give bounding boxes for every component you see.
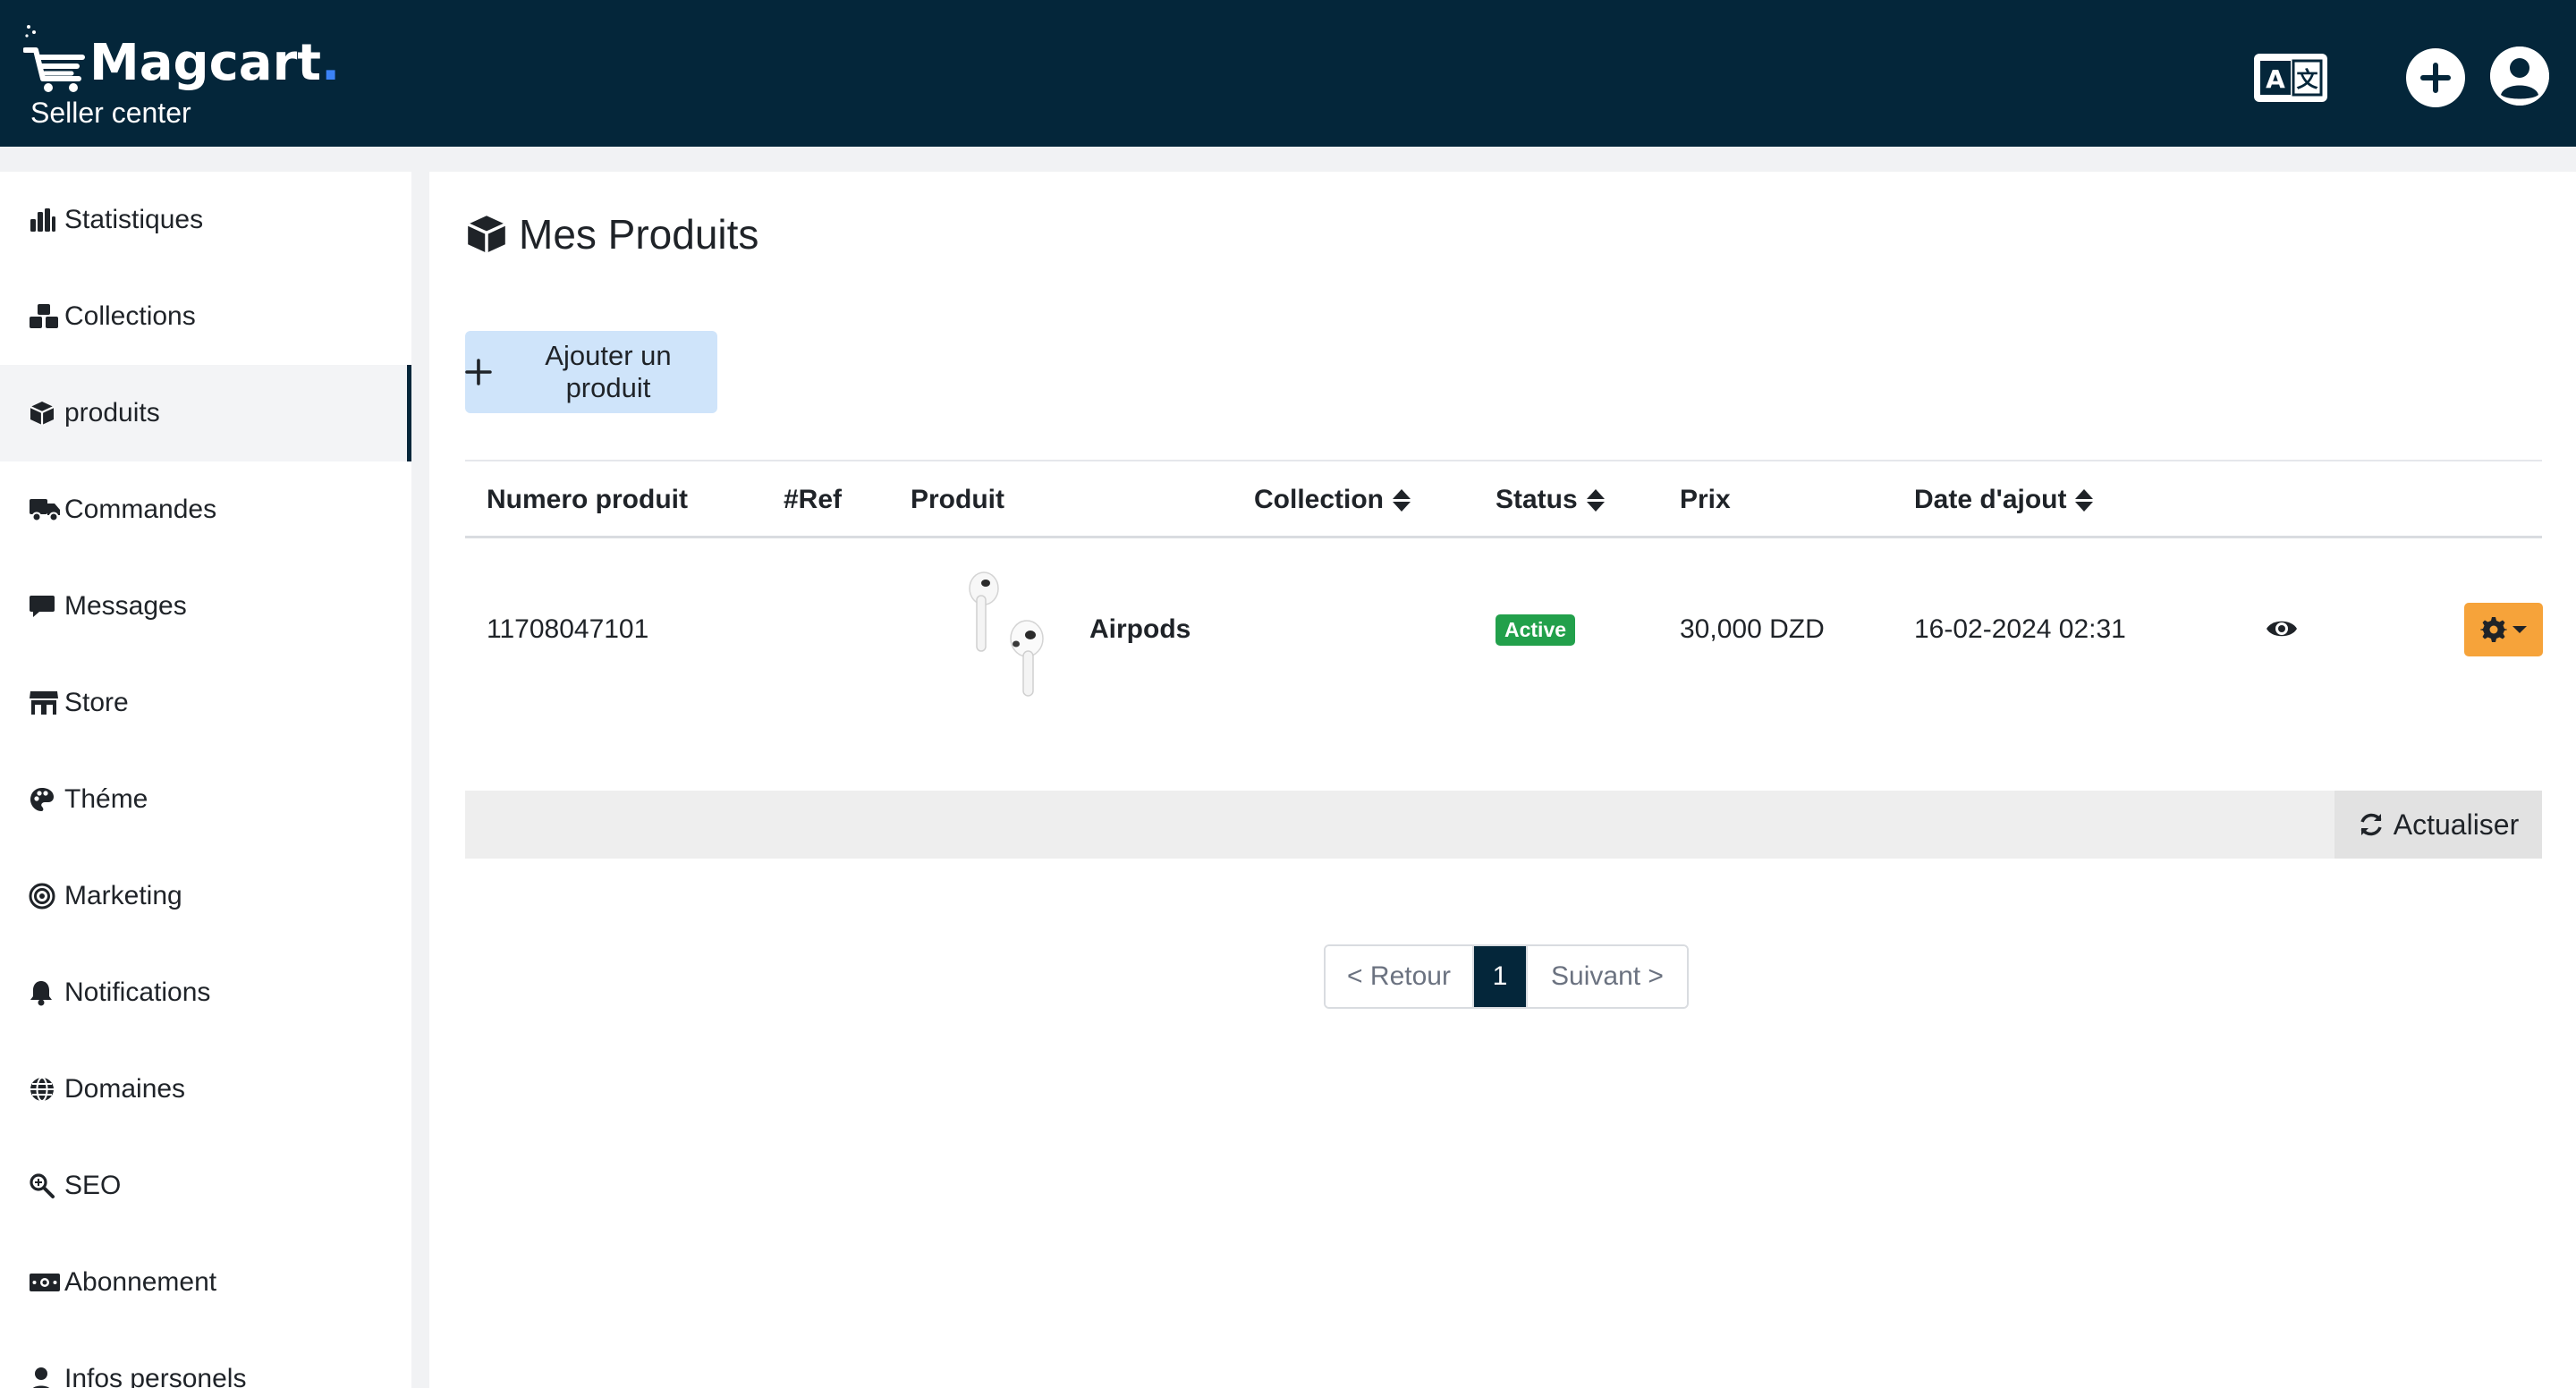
col-status[interactable]: Status <box>1496 461 1605 538</box>
col-ref: #Ref <box>784 485 843 514</box>
add-product-button[interactable]: Ajouter un produit <box>465 331 717 413</box>
table-header: Numero produit #Ref Produit Collection S… <box>465 461 2542 538</box>
palette-icon <box>29 785 61 814</box>
sidebar-item-label: produits <box>64 398 160 427</box>
sidebar-item-label: Abonnement <box>64 1267 217 1297</box>
store-icon <box>29 689 61 717</box>
translate-icon: A 文 <box>2260 59 2323 97</box>
table-footer-bar: Actualiser <box>465 791 2542 859</box>
sidebar-item-label: Store <box>64 688 129 717</box>
bell-icon <box>29 978 61 1007</box>
table-row: 11708047101 Airpods Active 30,000 DZD 16… <box>465 540 2543 719</box>
cell-produit-name[interactable]: Airpods <box>1089 540 1191 719</box>
sidebar-item-label: Messages <box>64 591 187 621</box>
main-content: Mes Produits Ajouter un produit Numero p… <box>429 172 2576 1388</box>
truck-icon <box>29 495 61 524</box>
gear-icon <box>2480 617 2507 642</box>
target-icon <box>29 882 61 910</box>
product-actions-dropdown-button[interactable] <box>2464 603 2543 656</box>
box-icon <box>29 399 61 427</box>
sidebar: Statistiques Collections produits Comman… <box>0 172 411 1388</box>
user-avatar-button[interactable] <box>2490 47 2549 106</box>
translate-button[interactable]: A 文 <box>2254 54 2327 102</box>
sidebar-item-statistiques[interactable]: Statistiques <box>0 172 411 268</box>
product-thumbnail-airpods <box>969 571 1044 697</box>
pagination-page-1[interactable]: 1 <box>1474 946 1526 1007</box>
refresh-icon <box>2360 813 2382 836</box>
sidebar-item-produits[interactable]: produits <box>0 365 411 461</box>
sidebar-item-label: Théme <box>64 784 148 814</box>
add-new-button[interactable] <box>2406 48 2465 107</box>
sidebar-item-infos-personels[interactable]: Infos personels <box>0 1331 411 1388</box>
boxes-icon <box>29 302 61 331</box>
sidebar-item-label: Notifications <box>64 978 211 1007</box>
pagination-prev-button[interactable]: < Retour <box>1326 946 1474 1007</box>
cell-date-ajout: 16-02-2024 02:31 <box>1914 614 2126 644</box>
cell-prix: 30,000 DZD <box>1680 614 1825 644</box>
plus-icon <box>465 359 492 385</box>
cell-status: Active <box>1496 540 1576 719</box>
col-date-ajout[interactable]: Date d'ajout <box>1914 461 2094 538</box>
pagination: < Retour 1 Suivant > <box>1324 944 1689 1009</box>
box-icon <box>465 213 508 256</box>
cell-numero-produit: 11708047101 <box>487 614 649 644</box>
sidebar-item-marketing[interactable]: Marketing <box>0 848 411 944</box>
top-header: Magcart. Seller center A 文 <box>0 0 2576 147</box>
money-icon <box>29 1268 61 1297</box>
sort-icon <box>1586 488 1605 512</box>
globe-icon <box>29 1075 61 1104</box>
page-title: Mes Produits <box>465 207 758 261</box>
add-product-label: Ajouter un produit <box>545 340 672 403</box>
pagination-next-button[interactable]: Suivant > <box>1526 946 1687 1007</box>
plus-icon <box>2420 63 2451 93</box>
status-badge: Active <box>1496 614 1576 646</box>
cart-logo-icon <box>23 25 85 92</box>
sidebar-item-abonnement[interactable]: Abonnement <box>0 1234 411 1331</box>
sidebar-item-label: Domaines <box>64 1074 186 1104</box>
sidebar-item-label: Collections <box>64 301 196 331</box>
message-icon <box>29 592 61 621</box>
sidebar-item-label: Marketing <box>64 881 182 910</box>
sidebar-item-label: Commandes <box>64 495 217 524</box>
col-prix: Prix <box>1680 485 1731 514</box>
sidebar-item-collections[interactable]: Collections <box>0 268 411 365</box>
refresh-label: Actualiser <box>2393 808 2520 841</box>
sidebar-item-label: Statistiques <box>64 205 204 234</box>
sidebar-item-seo[interactable]: SEO <box>0 1138 411 1234</box>
sidebar-item-notifications[interactable]: Notifications <box>0 944 411 1041</box>
sidebar-item-label: Infos personels <box>64 1364 247 1388</box>
svg-text:A: A <box>2266 64 2285 94</box>
page-title-text: Mes Produits <box>519 211 759 258</box>
magnify-icon <box>29 1172 61 1200</box>
brand-subtitle: Seller center <box>30 97 191 129</box>
user-icon <box>29 1365 61 1388</box>
sidebar-item-theme[interactable]: Théme <box>0 751 411 848</box>
user-circle-icon <box>2490 47 2549 106</box>
brand-logo[interactable]: Magcart. Seller center <box>23 23 345 129</box>
col-numero-produit: Numero produit <box>487 485 688 514</box>
sidebar-item-commandes[interactable]: Commandes <box>0 461 411 558</box>
refresh-button[interactable]: Actualiser <box>2334 791 2542 859</box>
sidebar-item-store[interactable]: Store <box>0 655 411 751</box>
chevron-down-icon <box>2512 626 2527 633</box>
col-collection[interactable]: Collection <box>1254 461 1411 538</box>
col-produit: Produit <box>911 485 1004 514</box>
brand-name: Magcart. <box>89 34 341 92</box>
bar-chart-icon <box>29 206 61 234</box>
svg-text:文: 文 <box>2297 67 2319 92</box>
sidebar-item-domaines[interactable]: Domaines <box>0 1041 411 1138</box>
sidebar-item-label: SEO <box>64 1171 122 1200</box>
sort-icon <box>2075 488 2094 512</box>
sort-icon <box>1393 488 1411 512</box>
sidebar-item-messages[interactable]: Messages <box>0 558 411 655</box>
view-eye-icon[interactable] <box>2265 615 2299 642</box>
